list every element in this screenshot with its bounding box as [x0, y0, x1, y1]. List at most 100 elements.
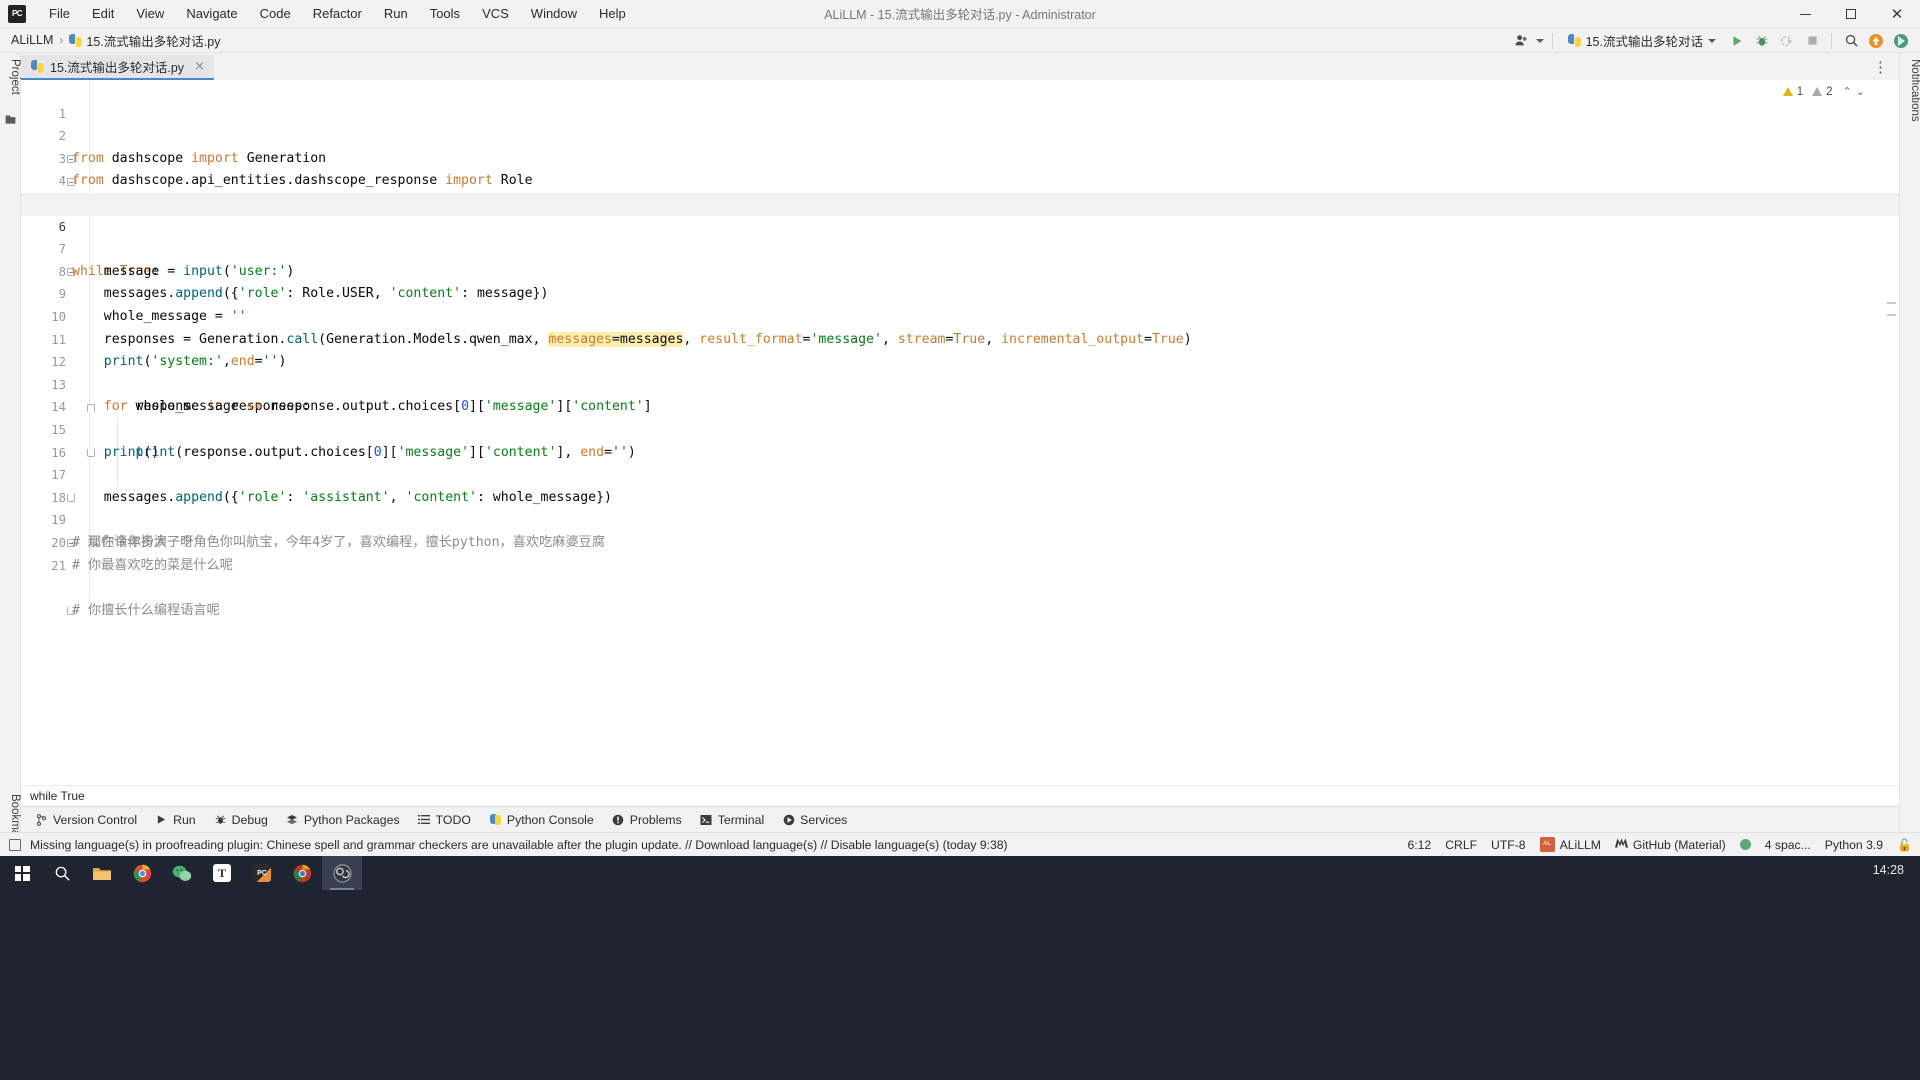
chrome-icon[interactable]	[122, 856, 162, 890]
user-account-icon[interactable]	[1511, 31, 1533, 51]
tool-button-python-console[interactable]: Python Console	[481, 810, 602, 830]
maximize-button[interactable]	[1828, 0, 1874, 28]
tool-label-version-control: Version Control	[53, 812, 138, 827]
notification-icon[interactable]	[9, 838, 21, 851]
tool-button-run[interactable]: Run	[147, 810, 204, 830]
editor-options-icon[interactable]: ⋮	[1873, 58, 1889, 76]
menu-window[interactable]: Window	[520, 3, 588, 24]
bug-icon	[214, 813, 227, 826]
run-button[interactable]	[1726, 31, 1748, 51]
run-configuration-selector[interactable]: 15.流式输出多轮对话	[1561, 29, 1723, 52]
code-line-18: 18 # 现在请你扮演一个角色你叫航宝，今年4岁了，喜欢编程，擅长python，…	[21, 464, 1899, 550]
tool-label-python-packages: Python Packages	[303, 812, 400, 827]
tool-button-problems[interactable]: Problems	[604, 810, 690, 830]
code-line-10: 10 responses = Generation.call(Generatio…	[21, 283, 1899, 347]
code-editor[interactable]: 1 from dashscope import Generation 2 fro…	[21, 80, 1899, 785]
python-file-icon	[69, 33, 83, 47]
code-line-7: 7 message = input('user:')	[21, 216, 1899, 279]
tool-button-terminal[interactable]: Terminal	[692, 810, 772, 830]
run-config-python-icon	[1567, 34, 1581, 47]
menu-view[interactable]: View	[125, 3, 175, 24]
menu-file[interactable]: File	[38, 3, 81, 24]
project-name: ALiLLM	[1559, 837, 1601, 852]
code-line-1: 1 from dashscope import Generation	[21, 80, 1899, 166]
menu-tools[interactable]: Tools	[419, 3, 471, 24]
wechat-icon[interactable]	[162, 856, 202, 890]
settings-gear-icon[interactable]	[1890, 31, 1912, 51]
inspection-widget[interactable]: 1 2 ⌃ ⌄	[1782, 85, 1865, 98]
status-message-area: Missing language(s) in proofreading plug…	[9, 838, 1008, 852]
search-icon[interactable]	[42, 856, 82, 890]
tool-tab-notifications[interactable]: Notifications	[1900, 53, 1920, 128]
menu-refactor[interactable]: Refactor	[302, 3, 373, 24]
navigation-bar: ALiLLM › 15.流式输出多轮对话.py 15.流式输出多轮对话	[0, 28, 1920, 53]
start-icon[interactable]	[2, 856, 42, 890]
breadcrumb-separator-icon: ›	[59, 33, 64, 47]
user-account-chevron-down-icon[interactable]	[1535, 38, 1544, 43]
tool-button-debug[interactable]: Debug	[206, 810, 276, 830]
taskbar-clock[interactable]: 14:28	[1873, 863, 1904, 877]
caret-position[interactable]: 6:12	[1407, 838, 1431, 852]
menu-help[interactable]: Help	[588, 3, 637, 24]
line-separator[interactable]: CRLF	[1445, 838, 1477, 852]
line-number-21: 21	[51, 558, 66, 573]
project-files-icon[interactable]	[4, 113, 17, 126]
menu-edit[interactable]: Edit	[81, 3, 125, 24]
status-right-area: 6:12 CRLF UTF-8 AL ALiLLM GitHub (Materi…	[1407, 837, 1912, 852]
editor-tab-active[interactable]: 15.流式输出多轮对话.py ×	[21, 55, 214, 80]
menu-code[interactable]: Code	[249, 3, 302, 24]
tool-button-python-packages[interactable]: Python Packages	[278, 810, 408, 830]
stop-button[interactable]	[1801, 31, 1823, 51]
scrollbar-marker-2[interactable]	[1887, 314, 1896, 316]
tool-button-services[interactable]: Services	[774, 810, 855, 830]
obs-icon[interactable]	[322, 856, 362, 890]
code-line-19: 19 # 那你今年多大了呀	[21, 487, 1899, 550]
code-line-17: 17	[21, 442, 1899, 482]
minimize-button[interactable]	[1782, 0, 1828, 28]
python-interpreter[interactable]: Python 3.9	[1825, 838, 1883, 852]
editor-breadcrumb-label[interactable]: while True	[30, 789, 85, 803]
breadcrumb-project[interactable]: ALiLLM	[11, 33, 53, 47]
breadcrumb-file[interactable]: 15.流式输出多轮对话.py	[69, 31, 220, 50]
scrollbar-marker[interactable]	[1887, 302, 1896, 304]
readonly-lock-icon[interactable]: 🔓	[1897, 838, 1912, 852]
material-theme-icon	[1614, 837, 1628, 852]
search-everywhere-icon[interactable]	[1840, 31, 1862, 51]
inspection-status[interactable]	[1739, 839, 1751, 850]
status-message[interactable]: Missing language(s) in proofreading plug…	[30, 838, 1008, 852]
run-config-label: 15.流式输出多轮对话	[1585, 35, 1703, 49]
editor-tab-bar: 15.流式输出多轮对话.py × ⋮	[21, 53, 1899, 80]
breadcrumb-file-label: 15.流式输出多轮对话.py	[86, 34, 221, 49]
code-line-3: 3	[21, 125, 1899, 166]
toolbar-divider-2	[1831, 32, 1832, 49]
code-line-21: 21 # 你擅长什么编程语言呢	[21, 532, 1899, 618]
menu-navigate[interactable]: Navigate	[175, 3, 248, 24]
code-line-8: 8 messages.append({'role': Role.USER, 'c…	[21, 238, 1899, 302]
debug-button[interactable]	[1751, 31, 1773, 51]
pycharm-icon[interactable]: PC	[242, 856, 282, 890]
main-toolbar: 15.流式输出多轮对话	[1511, 28, 1912, 53]
indent-setting[interactable]: 4 spac...	[1765, 838, 1811, 852]
tool-button-version-control[interactable]: Version Control	[27, 810, 145, 830]
chrome2-icon[interactable]	[282, 856, 322, 890]
vcs-branch-indicator[interactable]: GitHub (Material)	[1614, 837, 1726, 852]
prev-problem-icon[interactable]: ⌃	[1843, 85, 1852, 98]
updates-available-icon[interactable]	[1865, 31, 1887, 51]
tool-tab-project[interactable]: Project	[0, 53, 21, 101]
typora-icon[interactable]: T	[202, 856, 242, 890]
menu-vcs[interactable]: VCS	[471, 3, 520, 24]
project-indicator[interactable]: AL ALiLLM	[1539, 837, 1601, 852]
explorer-icon[interactable]	[82, 856, 122, 890]
vcs-branch-label: GitHub (Material)	[1632, 837, 1726, 852]
line-content-21: # 你擅长什么编程语言呢	[72, 602, 220, 618]
run-with-coverage-button[interactable]	[1776, 31, 1798, 51]
tab-close-icon[interactable]: ×	[194, 59, 205, 74]
tool-button-todo[interactable]: TODO	[410, 810, 479, 830]
next-problem-icon[interactable]: ⌄	[1856, 85, 1865, 98]
menu-run[interactable]: Run	[373, 3, 419, 24]
status-bar: Missing language(s) in proofreading plug…	[0, 832, 1920, 856]
close-button[interactable]: ✕	[1874, 0, 1920, 28]
toolbar-divider	[1551, 32, 1553, 49]
file-encoding[interactable]: UTF-8	[1491, 838, 1526, 852]
title-bar: PC File Edit View Navigate Code Refactor…	[0, 0, 1920, 28]
